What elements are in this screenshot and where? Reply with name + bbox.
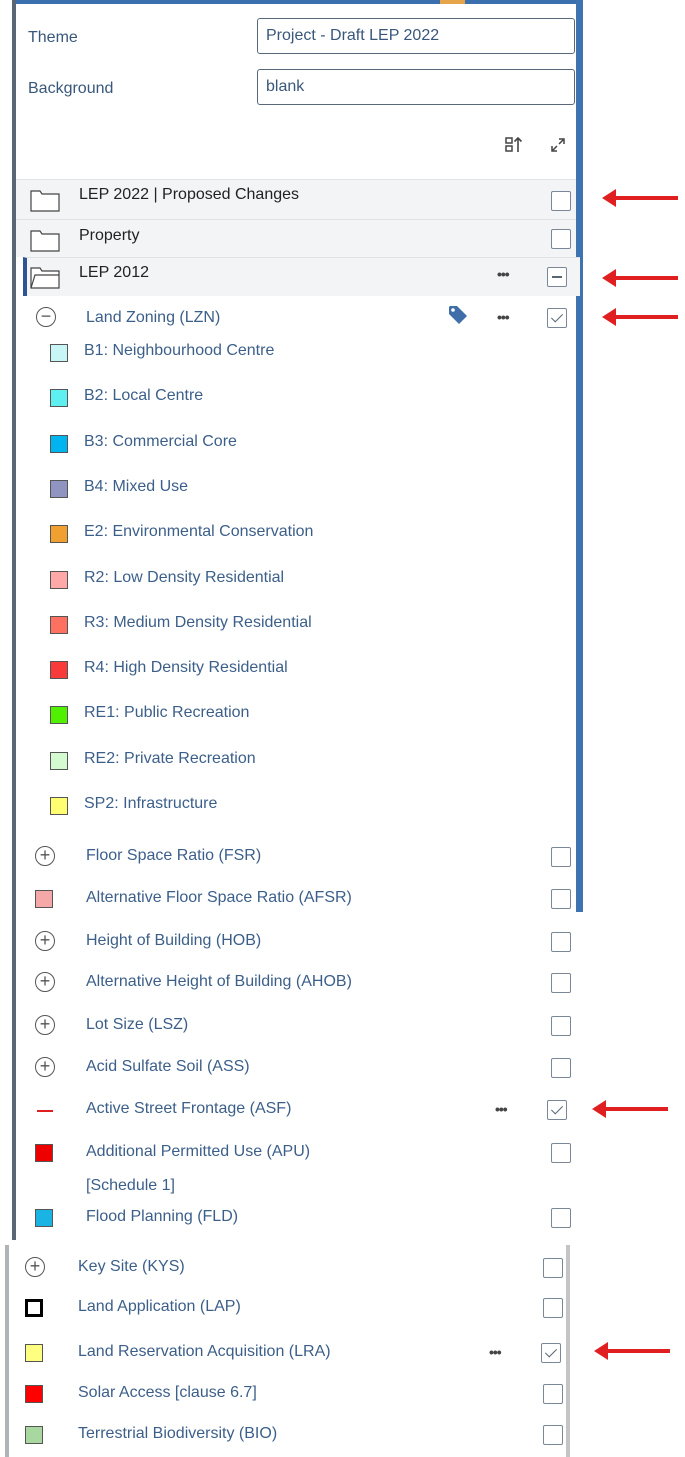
group-label: Property [79,227,140,244]
layer-checkbox[interactable] [551,932,571,952]
group-checkbox[interactable] [547,267,567,287]
legend-swatch [50,389,68,408]
legend-swatch [50,525,68,544]
legend-label: R4: High Density Residential [84,659,288,677]
layer-checkbox[interactable] [551,1143,571,1163]
background-label: Background [28,80,114,97]
layer-label: Land Application (LAP) [78,1298,241,1315]
more-options-icon[interactable]: ••• [497,266,510,282]
layer-label: Lot Size (LSZ) [86,1016,189,1033]
layer-checkbox[interactable] [551,1058,571,1078]
legend-label: RE2: Private Recreation [84,749,256,767]
folder-icon [30,230,60,252]
layer-label: Key Site (KYS) [78,1258,185,1275]
background-field[interactable]: blank [257,69,575,105]
layer-label: Land Reservation Acquisition (LRA) [78,1343,331,1360]
layer-checkbox[interactable] [547,308,567,328]
layer-checkbox[interactable] [551,1208,571,1228]
panel-scrollbar[interactable] [576,0,583,912]
legend-label: B2: Local Centre [84,387,204,405]
folder-open-icon [30,267,60,289]
minus-circle-icon[interactable]: − [36,307,56,327]
annotation-arrow [592,1100,668,1118]
layer-label: Alternative Height of Building (AHOB) [86,973,352,990]
layer-swatch [35,890,53,908]
top-bar-accent [440,0,465,4]
more-options-icon[interactable]: ••• [489,1344,502,1360]
group-label: LEP 2012 [79,264,149,281]
layer-label: Land Zoning (LZN) [86,309,221,326]
annotation-arrow [602,308,678,326]
layer-checkbox[interactable] [547,1100,567,1120]
legend-swatch [50,479,68,498]
sort-icon[interactable] [505,135,523,155]
plus-circle-icon[interactable]: + [35,846,55,866]
theme-field[interactable]: Project - Draft LEP 2022 [257,18,575,54]
layer-label: Height of Building (HOB) [86,932,262,949]
layer-checkbox[interactable] [543,1258,563,1278]
tag-icon[interactable] [448,305,468,325]
layer-checkbox[interactable] [543,1298,563,1318]
layer-label: Active Street Frontage (ASF) [86,1100,292,1117]
layer-swatch [25,1299,43,1317]
layer-swatch [35,1144,53,1162]
legend-swatch [50,344,68,362]
legend-swatch [50,797,68,815]
legend-label: B3: Commercial Core [84,432,237,450]
more-options-icon[interactable]: ••• [497,309,510,325]
layer-checkbox[interactable] [551,847,571,867]
plus-circle-icon[interactable]: + [35,931,55,951]
legend-label: SP2: Infrastructure [84,795,218,812]
panel-scrollbar-lower[interactable] [566,1245,570,1457]
layer-label: Acid Sulfate Soil (ASS) [86,1058,250,1075]
layer-label: Solar Access [clause 6.7] [78,1384,257,1401]
layer-label: Floor Space Ratio (FSR) [86,847,262,864]
group-checkbox[interactable] [551,229,571,249]
plus-circle-icon[interactable]: + [25,1257,45,1277]
legend-label: R3: Medium Density Residential [84,613,312,631]
annotation-arrow [594,1342,670,1360]
layer-checkbox[interactable] [543,1384,563,1404]
theme-label: Theme [28,29,78,46]
legend-label: E2: Environmental Conservation [84,523,314,541]
folder-icon [30,190,60,212]
expand-icon[interactable] [548,135,568,155]
legend-swatch [50,615,68,634]
layer-checkbox[interactable] [551,973,571,993]
layer-checkbox[interactable] [543,1425,563,1445]
annotation-arrow [602,189,678,207]
plus-circle-icon[interactable]: + [35,972,55,992]
legend-swatch [50,706,68,725]
top-bar [16,0,576,4]
layer-swatch [25,1385,43,1403]
legend-swatch [50,434,68,453]
legend-swatch [50,751,68,770]
layer-label: Terrestrial Biodiversity (BIO) [78,1425,278,1442]
legend-label: RE1: Public Recreation [84,704,250,722]
layer-swatch [25,1344,43,1362]
layer-checkbox[interactable] [551,889,571,909]
layer-checkbox[interactable] [541,1343,561,1363]
plus-circle-icon[interactable]: + [35,1057,55,1077]
layer-label: Alternative Floor Space Ratio (AFSR) [86,889,352,906]
legend-label: R2: Low Density Residential [84,568,285,586]
layer-label-secondary: [Schedule 1] [86,1177,175,1194]
layer-label: Flood Planning (FLD) [86,1208,239,1225]
legend-swatch [50,570,68,589]
layer-swatch [25,1426,43,1444]
annotation-arrow [602,269,678,287]
group-checkbox[interactable] [551,191,571,211]
layer-label: Additional Permitted Use (APU) [86,1143,311,1160]
group-label: LEP 2022 | Proposed Changes [79,186,300,203]
legend-swatch [50,661,68,680]
more-options-icon[interactable]: ••• [495,1101,508,1117]
panel-left-border-lower [5,1245,9,1457]
plus-circle-icon[interactable]: + [35,1015,55,1035]
legend-label: B1: Neighbourhood Centre [84,342,275,359]
layer-swatch [35,1209,53,1227]
legend-label: B4: Mixed Use [84,477,189,495]
layer-checkbox[interactable] [551,1016,571,1036]
red-line-icon [37,1110,53,1112]
